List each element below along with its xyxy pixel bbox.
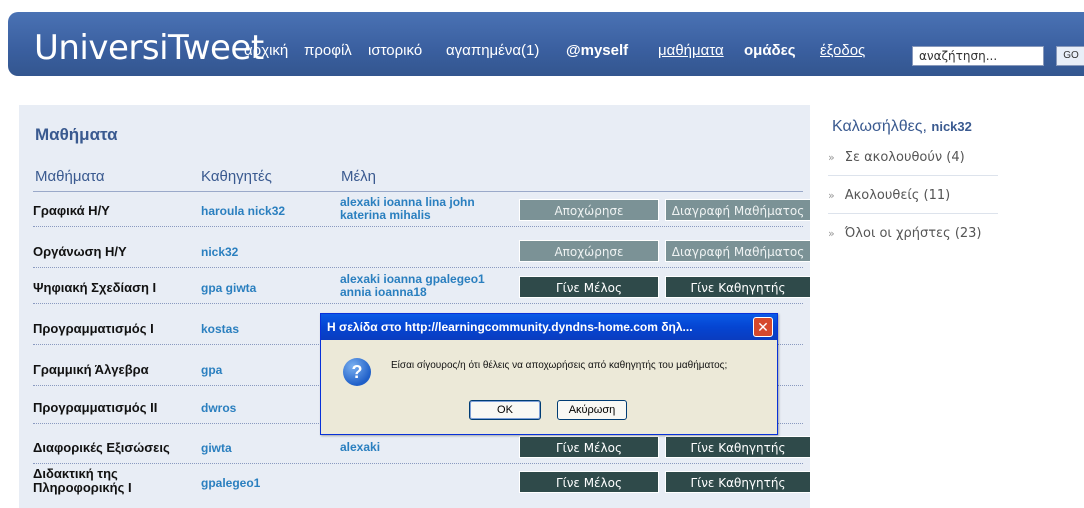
course-name[interactable]: Γραφικά Η/Υ: [33, 203, 110, 218]
row-divider: [33, 463, 803, 464]
table-row: Γραφικά Η/Υ haroula nick32 alexaki ioanna …: [33, 193, 811, 227]
panel-title: Μαθήματα: [35, 125, 118, 144]
course-professors[interactable]: gpa giwta: [201, 281, 256, 295]
sidebar-item-all-users[interactable]: » Όλοι οι χρήστες (23): [828, 226, 982, 241]
become-professor-button[interactable]: Γίνε Καθηγητής: [665, 471, 811, 493]
delete-course-button[interactable]: Διαγραφή Μαθήματος: [665, 199, 811, 221]
course-professors[interactable]: gpalegeo1: [201, 476, 260, 490]
course-name[interactable]: Γραμμική Άλγεβρα: [33, 362, 149, 377]
table-row: Διαφορικές Εξισώσεις giwta alexaki Γίνε Μέλ…: [33, 430, 811, 464]
course-name[interactable]: Ψηφιακή Σχεδίαση Ι: [33, 280, 156, 295]
nav-logout[interactable]: έξοδος: [820, 42, 865, 59]
welcome-text: Καλωσήλθες, nick32: [832, 118, 972, 136]
confirm-dialog: Η σελίδα στο http://learningcommunity.dy…: [320, 313, 778, 435]
course-professors[interactable]: kostas: [201, 322, 239, 336]
arrow-icon: »: [828, 189, 835, 202]
row-divider: [33, 303, 803, 304]
become-professor-button[interactable]: Γίνε Καθηγητής: [665, 436, 811, 458]
welcome-label: Καλωσήλθες,: [832, 118, 927, 135]
table-row: Ψηφιακή Σχεδίαση Ι gpa giwta alexaki ioann…: [33, 270, 811, 304]
course-professors[interactable]: dwros: [201, 401, 236, 415]
nav-myself[interactable]: @myself: [566, 42, 628, 59]
course-members[interactable]: alexaki: [340, 441, 510, 454]
sidebar-item-label: Ακολουθείς (11): [844, 188, 951, 203]
sidebar-divider: [828, 213, 998, 214]
col-header-professors: Καθηγητές: [201, 168, 272, 185]
question-icon: ?: [343, 358, 371, 386]
dialog-message: Είσαι σίγουρος/η ότι θέλεις να αποχωρήσε…: [391, 360, 728, 371]
course-members[interactable]: alexaki ioanna gpalegeo1 annia ioanna18: [340, 273, 510, 299]
courses-panel: Μαθήματα Μαθήματα Καθηγητές Μέλη Γραφικά…: [19, 105, 811, 508]
leave-button[interactable]: Αποχώρησε: [519, 199, 659, 221]
header-divider: [33, 191, 803, 192]
header-bar: UniversiTweet αρχική προφίλ ιστορικό αγα…: [8, 12, 1084, 76]
table-row: Διδακτική της Πληροφορικής Ι gpalegeo1 Γίν…: [33, 465, 811, 499]
row-divider: [33, 267, 803, 268]
course-name[interactable]: Οργάνωση Η/Υ: [33, 244, 127, 259]
nav-courses[interactable]: μαθήματα: [658, 42, 724, 59]
site-logo[interactable]: UniversiTweet: [34, 28, 264, 68]
table-row: Οργάνωση Η/Υ nick32 Αποχώρησε Διαγραφή Μαθή…: [33, 234, 811, 268]
course-name[interactable]: Προγραμματισμός ΙΙ: [33, 400, 157, 415]
course-members[interactable]: alexaki ioanna lina john katerina mihali…: [340, 196, 510, 222]
course-professors[interactable]: haroula nick32: [201, 204, 285, 218]
course-name[interactable]: Προγραμματισμός Ι: [33, 321, 154, 336]
course-professors[interactable]: giwta: [201, 441, 232, 455]
nav-profile[interactable]: προφίλ: [304, 42, 352, 59]
col-header-courses: Μαθήματα: [35, 168, 105, 185]
welcome-username[interactable]: nick32: [931, 119, 971, 134]
nav-history[interactable]: ιστορικό: [368, 42, 422, 59]
become-professor-button[interactable]: Γίνε Καθηγητής: [665, 276, 811, 298]
sidebar-divider: [828, 175, 998, 176]
sidebar-item-followers[interactable]: » Σε ακολουθούν (4): [828, 150, 965, 165]
search-input[interactable]: αναζήτηση...: [912, 46, 1044, 66]
arrow-icon: »: [828, 151, 835, 164]
course-professors[interactable]: gpa: [201, 363, 222, 377]
course-name[interactable]: Διδακτική της Πληροφορικής Ι: [33, 467, 153, 495]
sidebar-item-following[interactable]: » Ακολουθείς (11): [828, 188, 950, 203]
cancel-button[interactable]: Ακύρωση: [557, 400, 627, 420]
leave-button[interactable]: Αποχώρησε: [519, 240, 659, 262]
search-go-button[interactable]: GO: [1056, 46, 1084, 66]
arrow-icon: »: [828, 227, 835, 240]
sidebar-item-label: Σε ακολουθούν (4): [844, 150, 965, 165]
join-button[interactable]: Γίνε Μέλος: [519, 436, 659, 458]
join-button[interactable]: Γίνε Μέλος: [519, 276, 659, 298]
delete-course-button[interactable]: Διαγραφή Μαθήματος: [665, 240, 811, 262]
sidebar-item-label: Όλοι οι χρήστες (23): [844, 226, 982, 241]
nav-home[interactable]: αρχική: [244, 42, 288, 59]
dialog-title: Η σελίδα στο http://learningcommunity.dy…: [321, 314, 777, 340]
course-name[interactable]: Διαφορικές Εξισώσεις: [33, 440, 170, 455]
close-icon[interactable]: ✕: [753, 317, 773, 337]
row-divider: [33, 226, 803, 227]
ok-button[interactable]: OK: [469, 400, 541, 420]
nav-favorites[interactable]: αγαπημένα(1): [446, 42, 539, 59]
nav-groups[interactable]: ομάδες: [744, 42, 796, 59]
col-header-members: Μέλη: [341, 168, 377, 185]
join-button[interactable]: Γίνε Μέλος: [519, 471, 659, 493]
course-professors[interactable]: nick32: [201, 245, 238, 259]
